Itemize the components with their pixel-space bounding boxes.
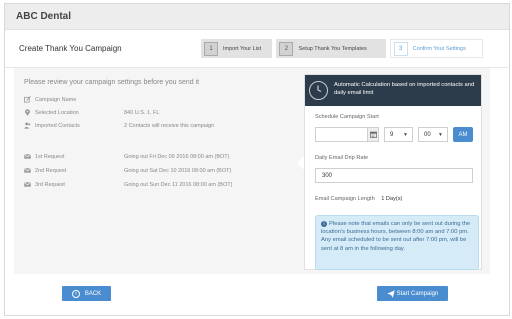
campaign-name-label: Campaign Name xyxy=(35,96,77,103)
minute-select[interactable]: 00 ▼ xyxy=(418,127,448,142)
campaign-name-row: Campaign Name xyxy=(24,96,76,103)
request-row-2: 2nd Request Going out Sat Dec 10 2016 08… xyxy=(24,167,231,174)
request-label: 3rd Request xyxy=(35,181,65,188)
step-label: Setup Thank You Templates xyxy=(298,45,367,52)
step-setup-templates[interactable]: 2 Setup Thank You Templates xyxy=(276,39,386,58)
review-intro: Please review your campaign settings bef… xyxy=(24,79,200,86)
location-value: 840 U.S. 1, FL xyxy=(124,109,160,116)
step-label: Import Your List xyxy=(223,45,262,52)
request-row-1: 1st Request Going out Fri Dec 09 2016 08… xyxy=(24,153,229,160)
back-button[interactable]: ‹ BACK xyxy=(62,286,111,301)
back-label: BACK xyxy=(84,290,102,297)
info-icon: i xyxy=(321,221,327,227)
request-label: 1st Request xyxy=(35,153,65,160)
calculation-panel: Automatic Calculation based on imported … xyxy=(304,74,482,270)
review-content: Please review your campaign settings bef… xyxy=(14,68,490,274)
start-campaign-button[interactable]: Start Campaign xyxy=(377,286,448,301)
envelope-icon xyxy=(24,168,31,173)
chevron-down-icon: ▼ xyxy=(438,132,443,138)
contacts-value: 2 Contacts will receive this campaign xyxy=(124,122,215,129)
chevron-down-icon: ▼ xyxy=(403,132,408,138)
clock-icon xyxy=(309,81,328,100)
step-number: 2 xyxy=(279,41,294,56)
request-label: 2nd Request xyxy=(35,167,67,174)
drip-rate-input[interactable]: 300 xyxy=(315,168,473,183)
campaign-length-label: Email Campaign Length xyxy=(315,196,375,202)
contacts-label: Imported Contacts xyxy=(35,122,80,129)
hour-value: 9 xyxy=(390,131,394,138)
location-row: Selected Location 840 U.S. 1, FL xyxy=(24,109,159,116)
ampm-button[interactable]: AM xyxy=(453,127,473,142)
send-icon xyxy=(386,289,395,298)
step-label: Confirm Your Settings xyxy=(412,45,466,52)
location-label: Selected Location xyxy=(35,109,79,116)
arrow-left-icon: ‹ xyxy=(71,289,80,298)
calculation-heading: Automatic Calculation based on imported … xyxy=(334,82,475,96)
top-bar: ABC Dental xyxy=(5,4,509,30)
campaign-length-value: 1 Day(s) xyxy=(381,196,403,202)
step-confirm-settings[interactable]: 3 Confirm Your Settings xyxy=(389,39,483,58)
request-value: Going out Fri Dec 09 2016 08:00 am (BOT) xyxy=(124,153,230,160)
wizard-steps: 1 Import Your List 2 Setup Thank You Tem… xyxy=(201,39,483,58)
panel-pointer xyxy=(297,156,304,170)
calendar-button[interactable] xyxy=(368,127,379,142)
users-icon xyxy=(24,122,31,129)
step-import-list[interactable]: 1 Import Your List xyxy=(201,39,273,58)
clock-hands-icon xyxy=(317,85,322,93)
page-title: Create Thank You Campaign xyxy=(19,44,122,53)
envelope-icon xyxy=(24,154,31,159)
campaign-length-row: Email Campaign Length 1 Day(s) xyxy=(315,196,402,202)
contacts-row: Imported Contacts 2 Contacts will receiv… xyxy=(24,122,214,129)
step-number: 1 xyxy=(204,41,218,56)
schedule-label: Schedule Campaign Start xyxy=(315,114,379,120)
business-hours-note: i Please note that emails can only be sen… xyxy=(315,215,479,270)
edit-icon xyxy=(24,96,31,103)
page-header: Create Thank You Campaign 1 Import Your … xyxy=(5,30,509,68)
minute-value: 00 xyxy=(424,131,431,138)
request-row-3: 3rd Request Going out Sun Dec 11 2016 08… xyxy=(24,181,232,188)
request-value: Going out Sun Dec 11 2016 08:00 am (BOT) xyxy=(124,181,233,188)
start-campaign-label: Start Campaign xyxy=(396,290,439,297)
app-title: ABC Dental xyxy=(16,11,72,22)
calendar-icon xyxy=(369,131,377,138)
start-date-input[interactable] xyxy=(315,127,368,142)
calculation-header: Automatic Calculation based on imported … xyxy=(305,75,481,106)
note-text: Please note that emails can only be sent… xyxy=(321,221,471,252)
map-marker-icon xyxy=(25,109,30,116)
step-number: 3 xyxy=(393,41,408,56)
drip-rate-label: Daily Email Drip Rate xyxy=(315,155,369,161)
hour-select[interactable]: 9 ▼ xyxy=(384,127,413,142)
envelope-icon xyxy=(24,182,31,187)
request-value: Going out Sat Dec 10 2016 08:00 am (BOT) xyxy=(124,167,232,174)
